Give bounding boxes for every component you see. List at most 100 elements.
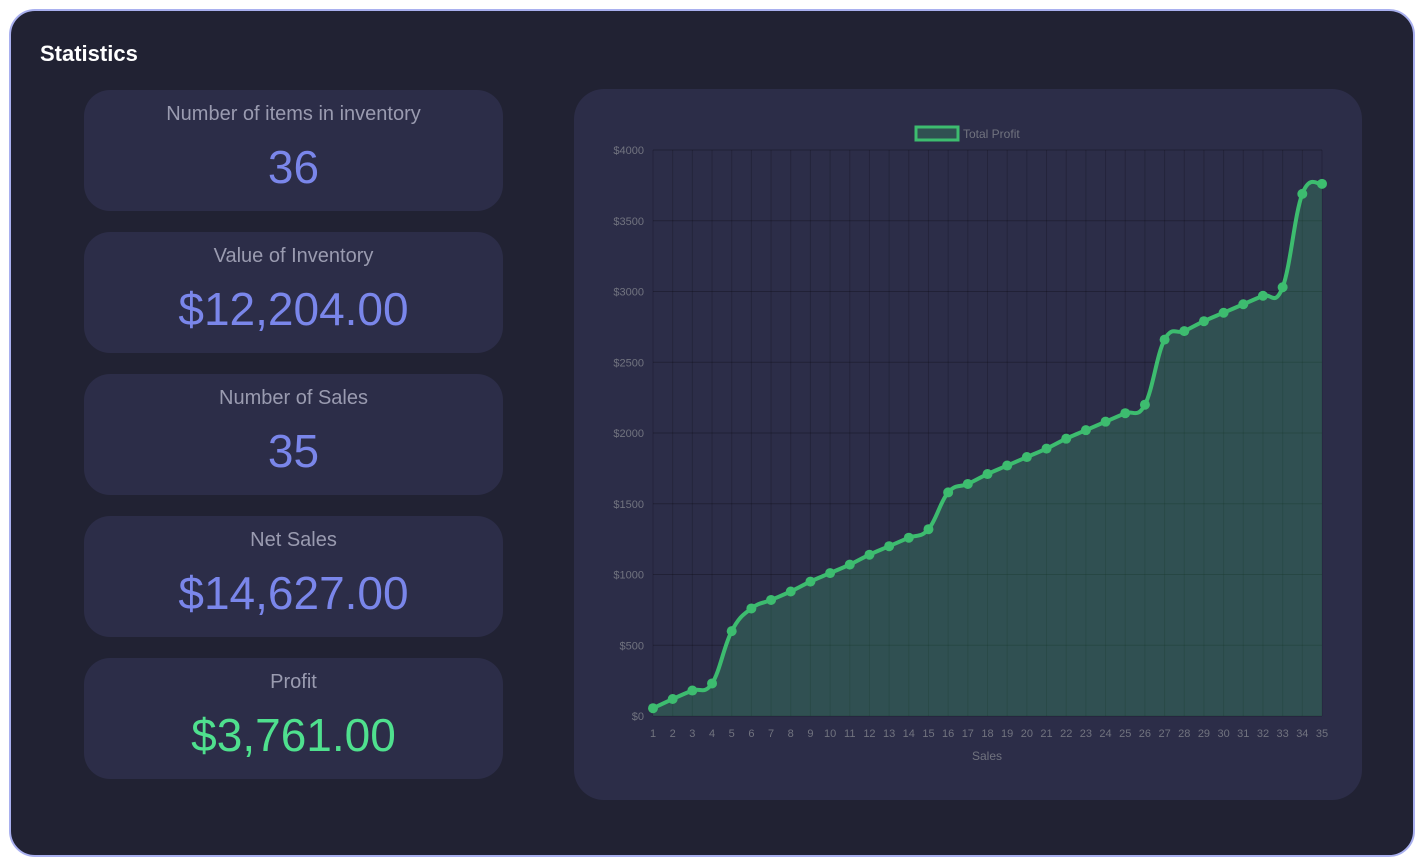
stat-label: Profit [270,671,317,693]
x-tick-label: 25 [1119,728,1131,740]
x-tick-label: 22 [1060,728,1072,740]
data-point[interactable] [1277,282,1288,293]
data-point[interactable] [844,559,855,570]
data-point[interactable] [707,678,718,689]
stat-value: $14,627.00 [178,567,409,619]
x-tick-label: 10 [824,728,836,740]
data-point[interactable] [903,532,914,543]
x-tick-label: 19 [1001,728,1013,740]
data-point[interactable] [1198,316,1209,327]
x-tick-label: 28 [1178,728,1190,740]
statistics-panel: Statistics Number of items in inventory … [9,9,1415,857]
y-axis-ticks: $0 $500 $1000 $1500 $2000 $2500 $3000 $3500 $400… [613,145,644,723]
x-tick-label: 9 [807,728,813,740]
data-point[interactable] [1218,307,1229,318]
y-tick-label: $2000 [613,428,644,440]
stat-label: Net Sales [250,529,337,551]
stat-card-sales-count: Number of Sales 35 [84,374,503,495]
data-point[interactable] [648,703,658,714]
x-tick-label: 13 [883,728,895,740]
data-point[interactable] [1061,433,1072,444]
data-point[interactable] [1080,425,1091,436]
y-tick-label: $2500 [613,357,644,369]
data-point[interactable] [923,524,934,535]
data-point[interactable] [805,576,816,587]
stat-value: 36 [267,141,320,193]
legend-label: Total Profit [963,127,1020,141]
stat-card-net-sales: Net Sales $14,627.00 [84,516,503,637]
x-tick-label: 24 [1099,728,1111,740]
data-point[interactable] [982,469,993,480]
data-point[interactable] [746,603,757,614]
stat-label: Value of Inventory [213,245,374,267]
x-axis-ticks: 1 2 3 4 5 6 7 8 9 10 11 12 13 14 15 16 17 18 19 20 21 22 23 24 2… [650,728,1328,740]
x-tick-label: 6 [748,728,754,740]
data-point[interactable] [726,626,737,637]
profit-chart-card: $0 $500 $1000 $1500 $2000 $2500 $3000 $3500 $400… [574,89,1362,800]
data-point[interactable] [943,487,954,498]
x-tick-label: 4 [709,728,715,740]
x-tick-label: 30 [1217,728,1229,740]
x-tick-label: 7 [768,728,774,740]
x-tick-label: 21 [1040,728,1052,740]
x-tick-label: 18 [981,728,993,740]
stat-label: Number of items in inventory [166,103,421,125]
x-tick-label: 3 [689,728,695,740]
chart-legend[interactable]: Total Profit [914,125,1020,142]
data-point[interactable] [785,586,796,597]
x-axis-title: Sales [972,749,1002,763]
stat-card-profit: Profit $3,761.00 [84,658,503,779]
data-point[interactable] [1257,290,1268,301]
legend-swatch [914,125,960,142]
x-tick-label: 17 [962,728,974,740]
data-point[interactable] [864,549,875,560]
stat-value: $3,761.00 [191,709,396,761]
x-tick-label: 5 [729,728,735,740]
page-title: Statistics [40,41,138,66]
data-point[interactable] [1100,416,1111,427]
y-tick-label: $4000 [613,145,644,157]
data-point[interactable] [1238,299,1249,310]
data-point[interactable] [1297,188,1308,199]
data-point[interactable] [884,541,895,552]
x-tick-label: 34 [1296,728,1308,740]
stat-value: $12,204.00 [178,283,409,335]
x-tick-label: 8 [788,728,794,740]
data-point[interactable] [1002,460,1013,471]
x-tick-label: 29 [1198,728,1210,740]
data-point[interactable] [1021,452,1032,463]
data-point[interactable] [1179,326,1190,337]
x-tick-label: 27 [1158,728,1170,740]
stat-card-inventory-value: Value of Inventory $12,204.00 [84,232,503,353]
x-tick-label: 23 [1080,728,1092,740]
data-point[interactable] [825,568,836,579]
data-point[interactable] [1041,443,1052,454]
x-tick-label: 11 [844,728,855,740]
x-tick-label: 15 [922,728,934,740]
data-point[interactable] [667,694,678,705]
data-point[interactable] [687,685,698,696]
x-tick-label: 1 [650,728,656,740]
data-point[interactable] [962,478,973,489]
y-tick-label: $3500 [613,216,644,228]
profit-line-chart: $0 $500 $1000 $1500 $2000 $2500 $3000 $3500 $400… [613,125,1328,763]
y-tick-label: $3000 [613,287,644,299]
x-tick-label: 2 [670,728,676,740]
data-point[interactable] [1139,399,1150,410]
data-point[interactable] [1317,178,1327,189]
data-point[interactable] [1120,408,1131,419]
data-point[interactable] [766,594,777,605]
x-tick-label: 16 [942,728,954,740]
stat-card-inventory-count: Number of items in inventory 36 [84,90,503,211]
x-tick-label: 33 [1277,728,1289,740]
x-tick-label: 14 [903,728,915,740]
y-tick-label: $1500 [613,499,644,511]
stat-label: Number of Sales [219,387,368,409]
x-tick-label: 20 [1021,728,1033,740]
x-tick-label: 31 [1237,728,1249,740]
x-tick-label: 26 [1139,728,1151,740]
x-tick-label: 35 [1316,728,1328,740]
data-point[interactable] [1159,334,1170,345]
y-tick-label: $500 [620,640,644,652]
x-tick-label: 32 [1257,728,1269,740]
